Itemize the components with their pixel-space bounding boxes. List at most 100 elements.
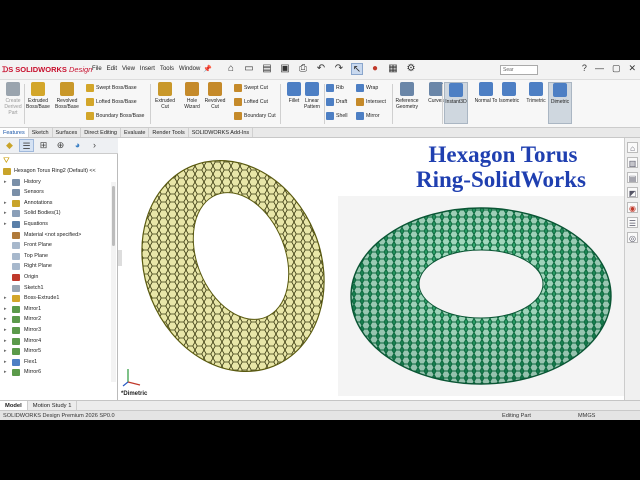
revolved-cut-button[interactable]: Revolved Cut [203, 82, 227, 124]
dimxpert-tab-icon[interactable]: ⊕ [53, 139, 68, 152]
tree-item[interactable]: ▸ History [0, 177, 118, 188]
panel-collapse-handle[interactable] [118, 250, 122, 266]
lofted-boss-button[interactable]: Lofted Boss/Base [86, 98, 137, 106]
wrap-button[interactable]: Wrap [356, 84, 378, 92]
tree-item[interactable]: ▸ Mirror2 [0, 314, 118, 325]
boundary-cut-button[interactable]: Boundary Cut [234, 112, 276, 120]
expand-arrow-icon[interactable]: ▸ [4, 293, 7, 303]
expand-arrow-icon[interactable]: ▸ [4, 208, 7, 218]
tree-root[interactable]: Hexagon Torus Ring2 (Default) << [0, 166, 118, 177]
create-derived-part-button[interactable]: Create Derived Part [1, 82, 25, 124]
isometric-button[interactable]: Isometric [497, 82, 521, 124]
tab-evaluate[interactable]: Evaluate [121, 128, 150, 137]
tree-item[interactable]: Front Plane [0, 240, 118, 251]
rib-button[interactable]: Rib [326, 84, 344, 92]
close-icon[interactable]: ✕ [628, 63, 636, 74]
open-folder-icon[interactable]: ▤ [261, 63, 273, 75]
menu-view[interactable]: View [122, 66, 135, 72]
design-library-icon[interactable]: ▥ [627, 157, 638, 168]
normal-to-button[interactable]: Normal To [474, 82, 498, 124]
tab-sketch[interactable]: Sketch [29, 128, 53, 137]
resources-icon[interactable]: ⌂ [627, 142, 638, 153]
maximize-icon[interactable]: ▢ [612, 63, 621, 74]
draft-button[interactable]: Draft [326, 98, 347, 106]
expand-arrow-icon[interactable]: ▸ [4, 367, 7, 377]
expand-arrow-icon[interactable]: ▸ [4, 325, 7, 335]
shell-button[interactable]: Shell [326, 112, 348, 120]
file-explorer-icon[interactable]: ▤ [627, 172, 638, 183]
custom-properties-icon[interactable]: ☰ [627, 217, 638, 228]
view-palette-icon[interactable]: ◩ [627, 187, 638, 198]
boundary-boss-button[interactable]: Boundary Boss/Base [86, 112, 144, 120]
tree-item[interactable]: ▸ Solid Bodies(1) [0, 208, 118, 219]
redo-icon[interactable]: ↷ [333, 63, 345, 75]
hole-wizard-button[interactable]: Hole Wizard [180, 82, 204, 124]
search-commands-input[interactable]: Sear [500, 65, 538, 75]
expand-arrow-icon[interactable]: ▸ [4, 357, 7, 367]
panel-scroll-thumb[interactable] [112, 186, 115, 246]
tab-render-tools[interactable]: Render Tools [149, 128, 189, 137]
print-icon[interactable]: ⎙ [297, 63, 309, 75]
tab-surfaces[interactable]: Surfaces [53, 128, 82, 137]
dimetric-button[interactable]: Dimetric [548, 82, 572, 124]
tree-item[interactable]: ▸ Annotations [0, 198, 118, 209]
menu-file[interactable]: File [92, 66, 102, 72]
property-manager-tab-icon[interactable]: ☰ [19, 139, 34, 152]
expand-arrow-icon[interactable]: ▸ [4, 336, 7, 346]
tree-item[interactable]: Right Plane [0, 261, 118, 272]
appearances-icon[interactable]: ◉ [627, 202, 638, 213]
tree-item[interactable]: ▸ Flex1 [0, 357, 118, 368]
mirror-button[interactable]: Mirror [356, 112, 380, 120]
graphics-area[interactable]: *Dimetric Hexagon Torus Ring-SolidWorks [118, 138, 624, 400]
menu-edit[interactable]: Edit [107, 66, 117, 72]
tree-item[interactable]: ▸ Mirror4 [0, 336, 118, 347]
tab-direct-editing[interactable]: Direct Editing [81, 128, 121, 137]
tab-solidworks-add-ins[interactable]: SOLIDWORKS Add-Ins [189, 128, 254, 137]
linear-pattern-button[interactable]: Linear Pattern [300, 82, 324, 124]
expand-arrow-icon[interactable]: ▸ [4, 219, 7, 229]
pin-icon[interactable]: 📌 [203, 65, 212, 73]
home-icon[interactable]: ⌂ [225, 63, 237, 75]
revolved-boss-button[interactable]: Revolved Boss/Base [55, 82, 79, 124]
bottom-tab-motion-study-1[interactable]: Motion Study 1 [28, 401, 78, 410]
expand-arrow-icon[interactable]: ▸ [4, 346, 7, 356]
tree-item[interactable]: ▸ Mirror1 [0, 304, 118, 315]
tree-item[interactable]: Origin [0, 272, 118, 283]
help-icon[interactable]: ? [582, 63, 587, 74]
swept-cut-button[interactable]: Swept Cut [234, 84, 268, 92]
expand-arrow-icon[interactable]: ▸ [4, 177, 7, 187]
lofted-cut-button[interactable]: Lofted Cut [234, 98, 268, 106]
feature-manager-tab-icon[interactable]: ◆ [2, 139, 17, 152]
bottom-tab-model[interactable]: Model [0, 401, 28, 410]
swept-boss-button[interactable]: Swept Boss/Base [86, 84, 137, 92]
panel-scrollbar[interactable] [111, 182, 116, 382]
tree-item[interactable]: Sketch1 [0, 283, 118, 294]
minimize-icon[interactable]: — [595, 63, 604, 74]
select-cursor-icon[interactable]: ↖ [351, 63, 363, 75]
reference-geometry-button[interactable]: Reference Geometry [395, 82, 419, 124]
tree-item[interactable]: ▸ Equations [0, 219, 118, 230]
panel-expand-icon[interactable]: › [87, 139, 102, 152]
configuration-manager-tab-icon[interactable]: ⊞ [36, 139, 51, 152]
expand-arrow-icon[interactable]: ▸ [4, 304, 7, 314]
options-gear-icon[interactable]: ⚙ [405, 63, 417, 75]
tab-features[interactable]: Features [0, 128, 29, 137]
intersect-button[interactable]: Intersect [356, 98, 386, 106]
menu-insert[interactable]: Insert [140, 66, 155, 72]
solidworks-forum-icon[interactable]: ◎ [627, 232, 638, 243]
menu-window[interactable]: Window [179, 66, 200, 72]
menu-tools[interactable]: Tools [160, 66, 174, 72]
new-document-icon[interactable]: ▭ [243, 63, 255, 75]
file-properties-icon[interactable]: ▦ [387, 63, 399, 75]
instant3d-button[interactable]: Instant3D [444, 82, 468, 124]
status-units[interactable]: MMGS [578, 412, 595, 420]
save-icon[interactable]: ▣ [279, 63, 291, 75]
torus-wireframe-model[interactable] [123, 146, 343, 386]
expand-arrow-icon[interactable]: ▸ [4, 198, 7, 208]
tree-item[interactable]: ▸ Mirror5 [0, 346, 118, 357]
extruded-boss-button[interactable]: Extruded Boss/Base [26, 82, 50, 124]
tree-item[interactable]: Material <not specified> [0, 230, 118, 241]
extruded-cut-button[interactable]: Extruded Cut [153, 82, 177, 124]
tree-item[interactable]: Sensors [0, 187, 118, 198]
filter-icon[interactable]: ⛛ [3, 156, 10, 166]
